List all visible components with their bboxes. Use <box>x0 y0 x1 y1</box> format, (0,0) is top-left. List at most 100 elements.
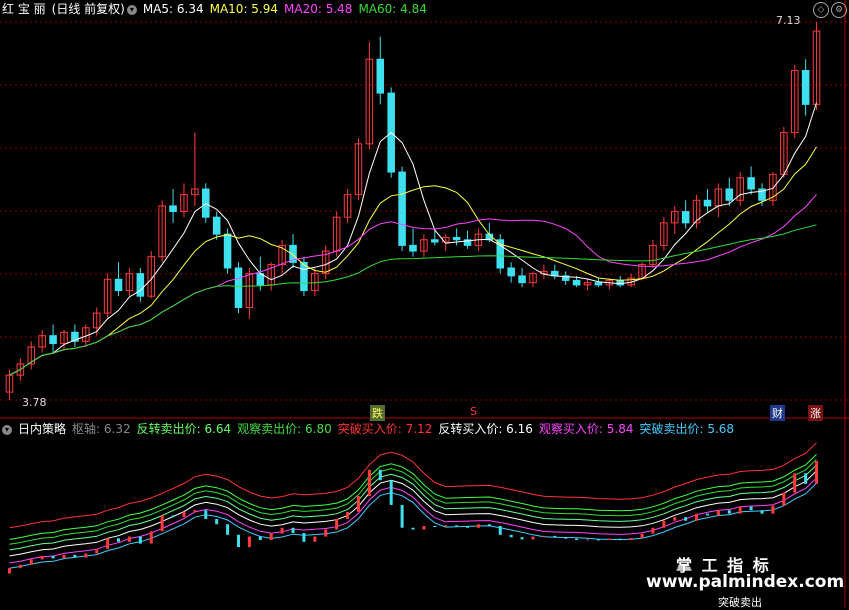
indicator-header: ▾ 日内策略 枢轴: 6.32 反转卖出价: 6.64 观察卖出价: 6.80 突破买入价… <box>2 420 740 438</box>
indicator-bar <box>487 524 491 526</box>
candle-body <box>376 58 385 94</box>
signal-mark-4[interactable]: 涨 <box>808 405 823 421</box>
indicator-bar <box>106 538 110 549</box>
watermark-url: www.palmindex.com <box>646 572 845 592</box>
indicator-bar <box>520 537 524 540</box>
ma10-label: MA10: 5.94 <box>209 2 279 16</box>
indicator-bar <box>7 568 11 574</box>
candle-body <box>398 171 406 246</box>
indicator-bar <box>346 511 350 519</box>
candle-body <box>234 267 243 308</box>
indicator-bar <box>95 548 99 554</box>
candle-body <box>616 279 624 286</box>
indicator-bar <box>804 473 808 484</box>
ma20-label: MA20: 5.48 <box>284 2 353 16</box>
indicator-bar <box>629 537 633 541</box>
indicator-bar <box>258 536 262 541</box>
indicator-bar <box>760 510 764 514</box>
indicator-bar <box>509 534 513 538</box>
indicator-bar <box>226 524 230 535</box>
indicator-bar <box>738 506 742 514</box>
expand-icon[interactable]: ◇ <box>813 2 829 18</box>
indicator-bar <box>204 510 208 519</box>
stock-name: 红 宝 丽 <box>2 2 46 16</box>
indicator-bar <box>313 536 317 542</box>
indicator-bar <box>542 535 546 537</box>
candle-body <box>452 237 461 241</box>
indicator-bar <box>171 515 175 518</box>
indicator-bar <box>575 538 579 541</box>
candle-body <box>431 239 439 243</box>
indicator-bar <box>705 513 709 516</box>
candle-body <box>572 279 581 286</box>
indicator-bar <box>695 513 699 521</box>
indicator-bar <box>607 538 611 541</box>
indicator-bar <box>553 535 557 538</box>
candle-body <box>594 282 603 286</box>
indicator-bar <box>73 554 77 558</box>
candle-body <box>703 199 712 207</box>
indicator-bar <box>673 517 677 521</box>
candle-body <box>507 267 515 277</box>
indicator-bar <box>215 518 219 525</box>
indicator-bar <box>400 504 404 528</box>
candle-body <box>136 273 145 297</box>
indicator-bar <box>127 536 131 542</box>
high-price-label: 7.13 <box>776 14 801 27</box>
indicator-bar <box>466 526 470 528</box>
candle-body <box>725 188 734 201</box>
indicator-bar <box>302 533 306 542</box>
dropdown-icon[interactable]: ▾ <box>126 4 137 15</box>
main-header: 红 宝 丽 (日线 前复权) ▾ MA5: 6.34 MA10: 5.94 MA20: 5… <box>2 0 433 18</box>
indicator-bar <box>182 511 186 518</box>
candle-body <box>202 188 210 218</box>
kline-chart[interactable] <box>0 0 849 608</box>
indicator-bar <box>618 538 622 541</box>
ma5-label: MA5: 6.34 <box>142 2 204 16</box>
indicator-bar <box>651 527 655 534</box>
indicator-bar <box>422 526 426 530</box>
candle-body <box>114 278 123 292</box>
indicator-bar <box>782 492 786 506</box>
indicator-bar <box>815 460 819 484</box>
indicator-bar <box>269 533 273 541</box>
indicator-bar <box>117 538 121 542</box>
indicator-bar <box>476 524 480 528</box>
indicator-bar <box>280 527 284 534</box>
indicator-bar <box>793 473 797 493</box>
signal-mark-1[interactable]: 跌 <box>370 405 385 421</box>
indicator-bar <box>662 520 666 528</box>
candle-body <box>747 177 755 190</box>
mode-label[interactable]: (日线 前复权) <box>52 2 125 16</box>
indicator-bar <box>531 536 535 540</box>
indicator-bar <box>335 518 339 530</box>
indicator-bar <box>411 527 415 530</box>
ma60-label: MA60: 4.84 <box>358 2 427 16</box>
signal-mark-2[interactable]: S <box>468 405 479 418</box>
candle-body <box>409 244 417 252</box>
indicator-bar <box>18 564 22 569</box>
ma10-line <box>9 146 817 376</box>
indicator-bar <box>586 539 590 541</box>
obs-buy-label: 观察买入价: 5.84 <box>538 422 634 436</box>
indicator-bar <box>149 531 153 544</box>
signal-mark-3[interactable]: 财 <box>770 405 785 421</box>
indicator-bar <box>138 536 142 544</box>
indicator-bar <box>433 526 437 527</box>
indicator-bar <box>29 559 33 565</box>
indicator-bar <box>771 505 775 514</box>
indicator-dropdown-icon[interactable]: ▾ <box>2 424 12 435</box>
settings-icon[interactable]: ⚙ <box>831 2 847 18</box>
indicator-bar <box>716 510 720 516</box>
indicator-bar <box>727 510 731 514</box>
indicator-bar <box>236 534 240 548</box>
rev-sell-label: 反转卖出价: 6.64 <box>136 422 232 436</box>
indicator-name[interactable]: 日内策略 <box>18 422 66 436</box>
indicator-bar <box>324 529 328 537</box>
indicator-bar <box>291 527 295 534</box>
indicator-bar <box>193 510 197 512</box>
indicator-bar <box>51 555 55 559</box>
indicator-bar <box>84 553 88 558</box>
candle-body <box>212 216 221 235</box>
candle-body <box>223 233 232 269</box>
